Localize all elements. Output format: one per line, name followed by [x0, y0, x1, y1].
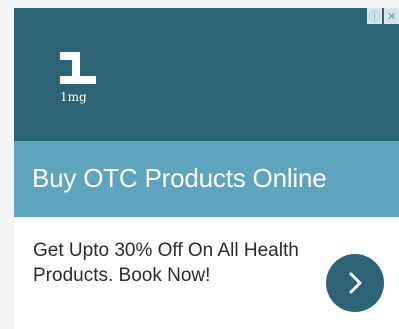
close-icon[interactable]: ✕: [384, 8, 399, 24]
ad-description: Get Upto 30% Off On All Health Products.…: [33, 240, 299, 286]
ad-banner[interactable]: ⓘ ✕ 1mg Buy OTC Products Online Get Upto…: [14, 8, 399, 329]
headline-band[interactable]: Buy OTC Products Online: [14, 141, 399, 217]
brand-logo[interactable]: 1mg: [58, 50, 98, 110]
cta-button[interactable]: [326, 254, 384, 312]
hero-section[interactable]: ⓘ ✕ 1mg: [14, 8, 399, 141]
logo-text: 1mg: [60, 90, 87, 104]
adchoices: ⓘ ✕: [367, 8, 399, 24]
headline: Buy OTC Products Online: [32, 163, 327, 193]
chevron-right-icon: [349, 272, 362, 294]
info-icon[interactable]: ⓘ: [367, 8, 382, 24]
ad-body[interactable]: Get Upto 30% Off On All Health Products.…: [14, 217, 399, 329]
logo-mark-icon: [60, 52, 96, 84]
